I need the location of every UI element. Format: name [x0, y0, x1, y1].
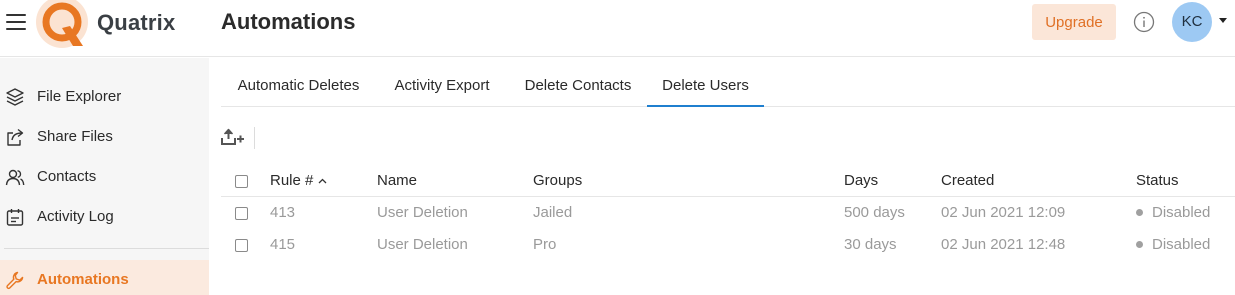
- column-header-days[interactable]: Days: [844, 172, 878, 189]
- share-icon: [7, 128, 24, 146]
- tab-delete-users[interactable]: Delete Users: [647, 58, 764, 107]
- sidebar-divider: [4, 248, 209, 249]
- sidebar-item-label: Automations: [37, 271, 129, 288]
- brand-name: Quatrix: [97, 10, 176, 35]
- wrench-icon: [6, 271, 24, 290]
- quatrix-logo-mark-icon: [36, 0, 88, 48]
- sidebar-item-label: File Explorer: [37, 88, 122, 105]
- sidebar-item-label: Share Files: [37, 128, 113, 145]
- cell-status: Disabled: [1136, 236, 1210, 253]
- hamburger-menu-icon[interactable]: [6, 13, 26, 30]
- sidebar-item-automations[interactable]: Automations: [0, 260, 209, 295]
- cell-days: 30 days: [844, 236, 897, 253]
- table-row[interactable]: 413 User Deletion Jailed 500 days 02 Jun…: [221, 197, 1235, 229]
- cell-created: 02 Jun 2021 12:09: [941, 204, 1066, 221]
- cell-groups: Pro: [533, 236, 557, 253]
- page-title: Automations: [221, 9, 356, 34]
- column-header-rule[interactable]: Rule #: [270, 172, 327, 189]
- tab-activity-export[interactable]: Activity Export: [381, 58, 503, 106]
- select-all-checkbox[interactable]: [235, 175, 248, 188]
- table-row[interactable]: 415 User Deletion Pro 30 days 02 Jun 202…: [221, 229, 1235, 261]
- cell-groups: Jailed: [533, 204, 573, 221]
- status-dot-icon: [1136, 208, 1143, 216]
- calendar-icon: [6, 209, 24, 226]
- sidebar: File Explorer Share Files Contacts Activ…: [0, 58, 209, 295]
- cell-status: Disabled: [1136, 204, 1210, 221]
- tab-bar: Automatic Deletes Activity Export Delete…: [221, 58, 1235, 107]
- quatrix-logo[interactable]: Quatrix: [35, 0, 175, 50]
- column-header-name[interactable]: Name: [377, 172, 417, 189]
- info-icon[interactable]: [1133, 11, 1155, 33]
- sidebar-item-label: Contacts: [37, 168, 97, 185]
- toolbar-divider: [254, 127, 255, 149]
- cell-rule: 415: [270, 236, 296, 253]
- sidebar-item-label: Activity Log: [37, 208, 114, 225]
- cell-name: User Deletion: [377, 204, 468, 221]
- column-header-label: Rule #: [270, 172, 314, 189]
- export-upload-icon[interactable]: [221, 127, 245, 147]
- chevron-down-icon[interactable]: [1219, 18, 1227, 23]
- tab-automatic-deletes[interactable]: Automatic Deletes: [221, 58, 376, 106]
- column-header-created[interactable]: Created: [941, 172, 994, 189]
- sidebar-item-contacts[interactable]: Contacts: [0, 157, 209, 197]
- layers-icon: [6, 88, 24, 106]
- status-label: Disabled: [1152, 204, 1211, 221]
- status-dot-icon: [1136, 240, 1143, 248]
- sidebar-item-activity-log[interactable]: Activity Log: [0, 197, 209, 237]
- cell-name: User Deletion: [377, 236, 468, 253]
- sidebar-item-share-files[interactable]: Share Files: [0, 117, 209, 157]
- row-checkbox[interactable]: [235, 239, 248, 252]
- user-avatar[interactable]: KC: [1172, 2, 1212, 42]
- sidebar-item-file-explorer[interactable]: File Explorer: [0, 77, 209, 117]
- column-header-status[interactable]: Status: [1136, 172, 1179, 189]
- contacts-icon: [5, 169, 25, 186]
- cell-days: 500 days: [844, 204, 905, 221]
- table-header: Rule # Name Groups Days Created Status: [221, 165, 1235, 197]
- upgrade-button[interactable]: Upgrade: [1032, 4, 1116, 40]
- tab-delete-contacts[interactable]: Delete Contacts: [513, 58, 643, 106]
- row-checkbox[interactable]: [235, 207, 248, 220]
- cell-created: 02 Jun 2021 12:48: [941, 236, 1066, 253]
- sort-ascending-icon[interactable]: [318, 178, 327, 184]
- cell-rule: 413: [270, 204, 296, 221]
- column-header-groups[interactable]: Groups: [533, 172, 582, 189]
- top-header: Quatrix Automations Upgrade KC: [0, 0, 1235, 57]
- status-label: Disabled: [1152, 236, 1211, 253]
